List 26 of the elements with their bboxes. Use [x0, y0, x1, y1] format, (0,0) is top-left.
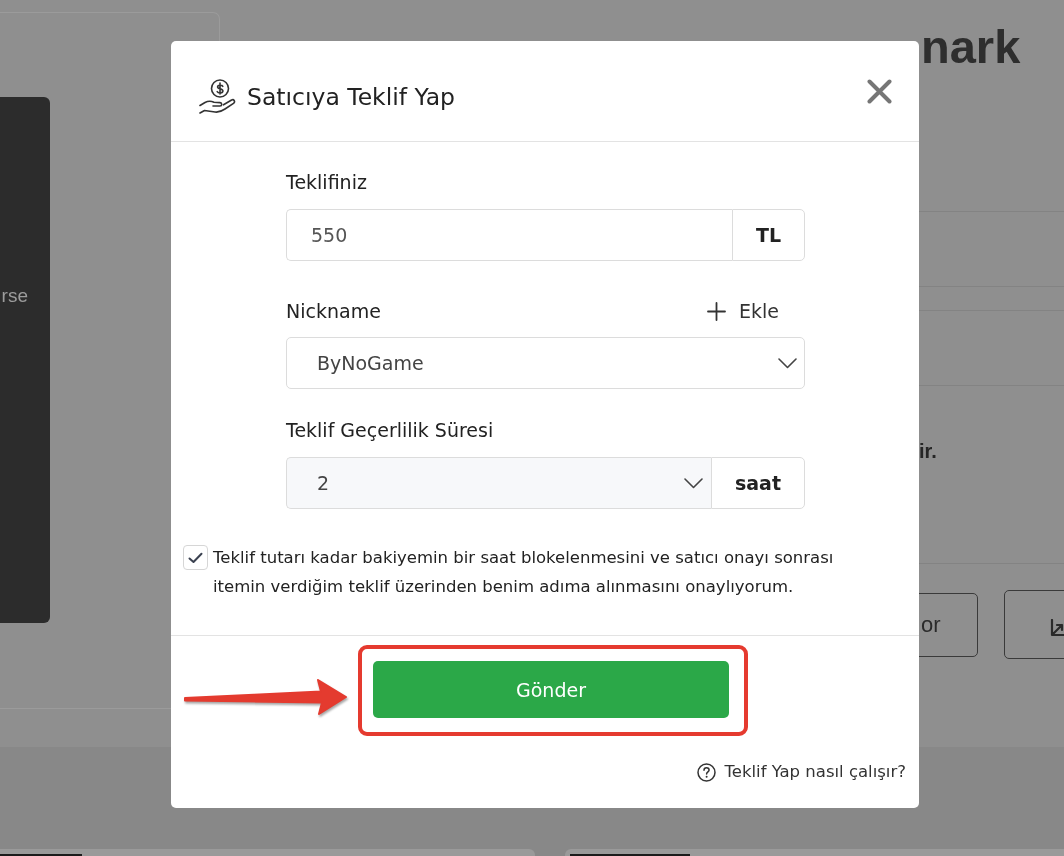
consent-text: Teklif tutarı kadar bakiyemin bir saat blokelenmesini ve satıcı onayı sonrası itemin verdiğim teklif üzerinden benim adıma alınmasını onaylıyorum. — [213, 547, 835, 598]
product-title: nark — [921, 23, 1021, 70]
close-button[interactable] — [867, 79, 892, 104]
field-label: Nickname — [286, 299, 381, 323]
chevron-down-icon — [778, 357, 797, 369]
panel-text: rse — [1, 284, 28, 308]
chevron-down-icon — [684, 477, 703, 489]
offer-input[interactable]: 550 — [286, 209, 732, 261]
help-icon — [696, 762, 716, 782]
notice-text: ir. — [919, 440, 937, 462]
help-link[interactable]: Teklif Yap nasıl çalışır? — [724, 760, 906, 784]
currency-addon: TL — [732, 209, 805, 261]
validity-select[interactable]: 2 — [286, 457, 711, 509]
dialog-title: Satıcıya Teklif Yap — [247, 81, 455, 112]
field-label: Teklifiniz — [286, 170, 368, 194]
field-label: Teklif Geçerlilik Süresi — [286, 418, 495, 442]
nickname-select[interactable]: ByNoGame — [286, 337, 805, 389]
line-chart-icon — [1050, 619, 1064, 637]
add-nickname-button[interactable]: Ekle — [707, 299, 779, 323]
close-icon — [867, 79, 892, 104]
hand-coin-icon — [199, 78, 236, 115]
plus-icon — [707, 301, 726, 321]
unit-addon: saat — [711, 457, 805, 509]
consent-checkbox[interactable] — [183, 545, 208, 570]
checkmark-icon — [188, 551, 203, 564]
chart-button[interactable] — [1004, 590, 1064, 659]
